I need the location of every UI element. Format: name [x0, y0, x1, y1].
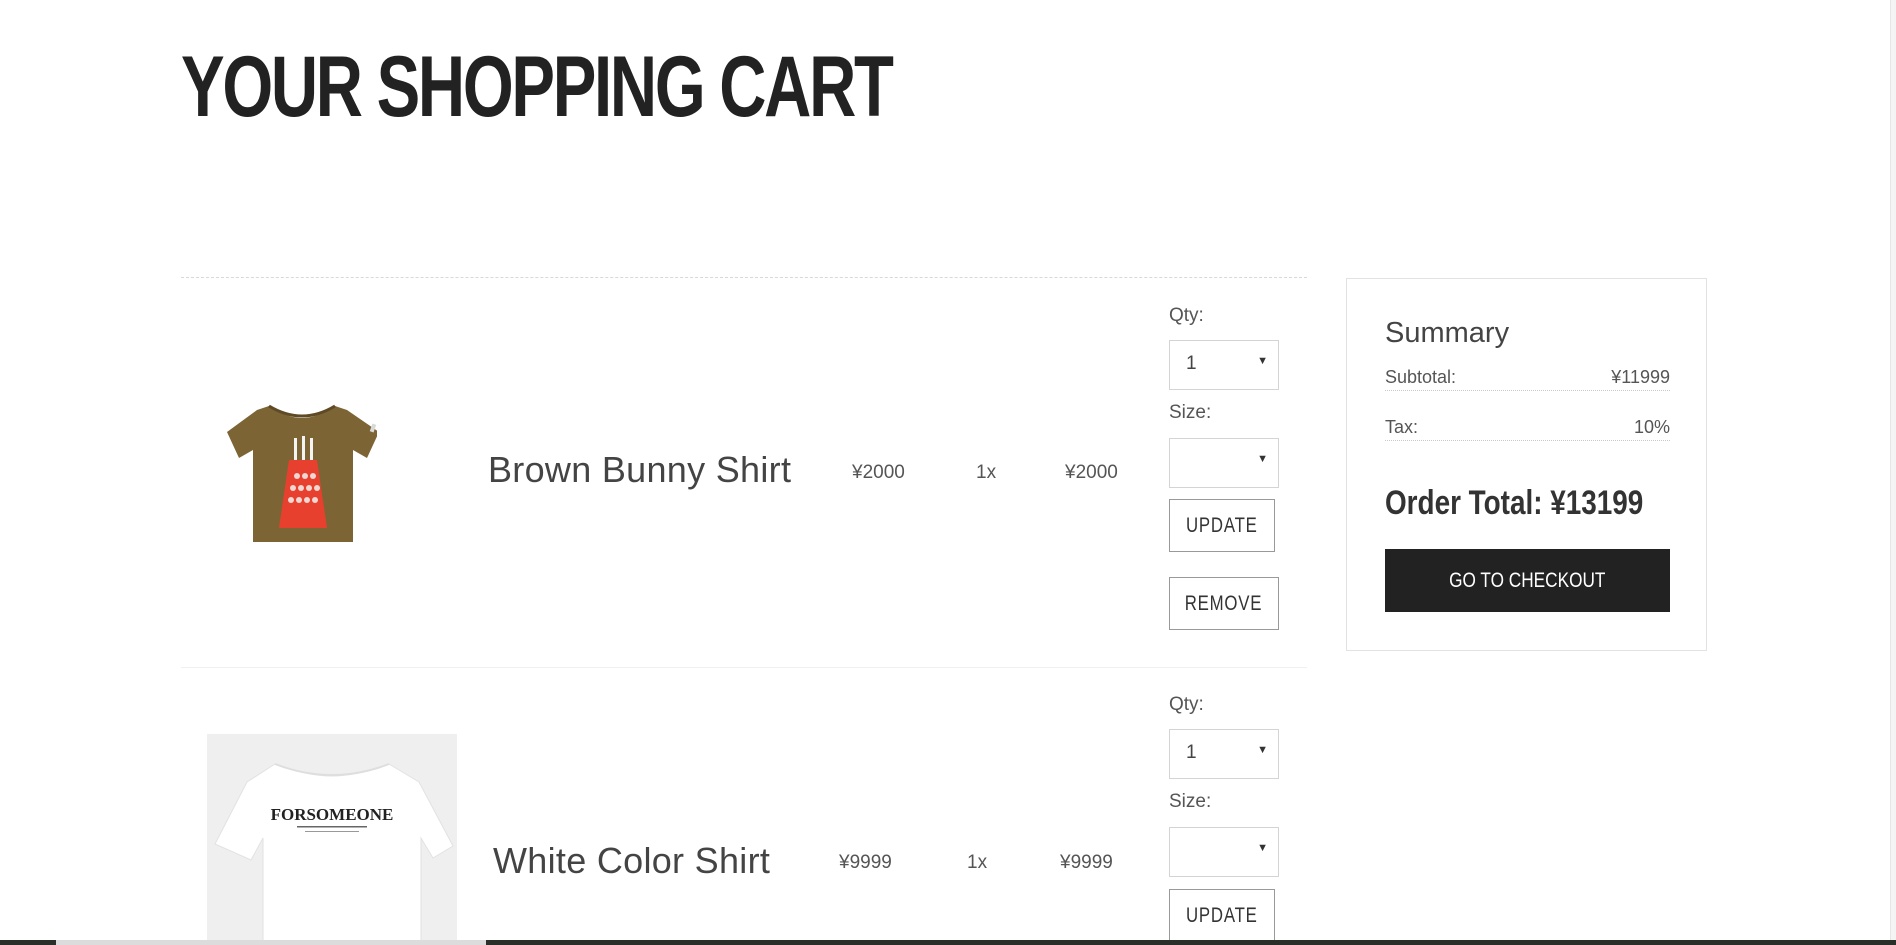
size-select[interactable]: ▼ [1169, 438, 1279, 488]
tax-label: Tax: [1385, 417, 1419, 437]
caret-down-icon: ▼ [1257, 744, 1268, 756]
remove-button[interactable]: REMOVE [1169, 577, 1279, 630]
item-price: ¥2000 [852, 462, 905, 483]
update-button-label: UPDATE [1186, 513, 1258, 537]
item-name[interactable]: Brown Bunny Shirt [488, 449, 791, 491]
size-label: Size: [1169, 791, 1212, 812]
subtotal-value: ¥11999 [1611, 367, 1670, 387]
bottom-bar [0, 940, 1896, 945]
size-label: Size: [1169, 402, 1212, 423]
tax-value: 10% [1633, 417, 1670, 437]
shirt-print-text: FORSOMEONE [271, 805, 394, 824]
subtotal-label: Subtotal: [1385, 367, 1457, 387]
update-button[interactable]: UPDATE [1169, 889, 1275, 942]
update-button[interactable]: UPDATE [1169, 499, 1275, 552]
checkout-button[interactable]: GO TO CHECKOUT [1385, 549, 1670, 612]
page-edge [1890, 0, 1896, 940]
caret-down-icon: ▼ [1257, 453, 1268, 465]
item-line-total: ¥2000 [1065, 462, 1118, 483]
item-name[interactable]: White Color Shirt [493, 840, 770, 882]
checkout-button-label: GO TO CHECKOUT [1449, 568, 1606, 592]
product-thumbnail-white-color-shirt[interactable]: FORSOMEONE [207, 734, 457, 945]
order-summary-panel: Summary Subtotal: ¥11999 Tax: 10% Order … [1346, 278, 1707, 651]
remove-button-label: REMOVE [1185, 591, 1263, 615]
size-select[interactable]: ▼ [1169, 827, 1279, 877]
cart-item-row: Brown Bunny Shirt ¥2000 1x ¥2000 Qty: 1 … [181, 278, 1307, 668]
item-quantity: 1x [976, 462, 997, 483]
qty-label: Qty: [1169, 305, 1204, 326]
qty-select[interactable]: 1 ▼ [1169, 340, 1279, 390]
page-title: YOUR SHOPPING CART [181, 39, 894, 135]
cart-item-row: FORSOMEONE White Color Shirt ¥9999 1x ¥9… [181, 668, 1307, 945]
qty-label: Qty: [1169, 694, 1204, 715]
update-button-label: UPDATE [1186, 903, 1258, 927]
caret-down-icon: ▼ [1257, 355, 1268, 367]
item-line-total: ¥9999 [1060, 852, 1113, 873]
order-total: Order Total: ¥13199 [1385, 484, 1644, 522]
qty-select[interactable]: 1 ▼ [1169, 729, 1279, 779]
subtotal-row: Subtotal: ¥11999 [1385, 367, 1670, 391]
cart-list: Brown Bunny Shirt ¥2000 1x ¥2000 Qty: 1 … [181, 277, 1307, 945]
item-quantity: 1x [967, 852, 988, 873]
caret-down-icon: ▼ [1257, 842, 1268, 854]
summary-title: Summary [1385, 317, 1510, 349]
item-price: ¥9999 [839, 852, 892, 873]
qty-select-value: 1 [1186, 742, 1197, 763]
product-thumbnail-brown-bunny-shirt[interactable] [217, 396, 377, 546]
qty-select-value: 1 [1186, 353, 1197, 374]
bottom-bar-segment [56, 940, 486, 945]
tax-row: Tax: 10% [1385, 417, 1670, 441]
